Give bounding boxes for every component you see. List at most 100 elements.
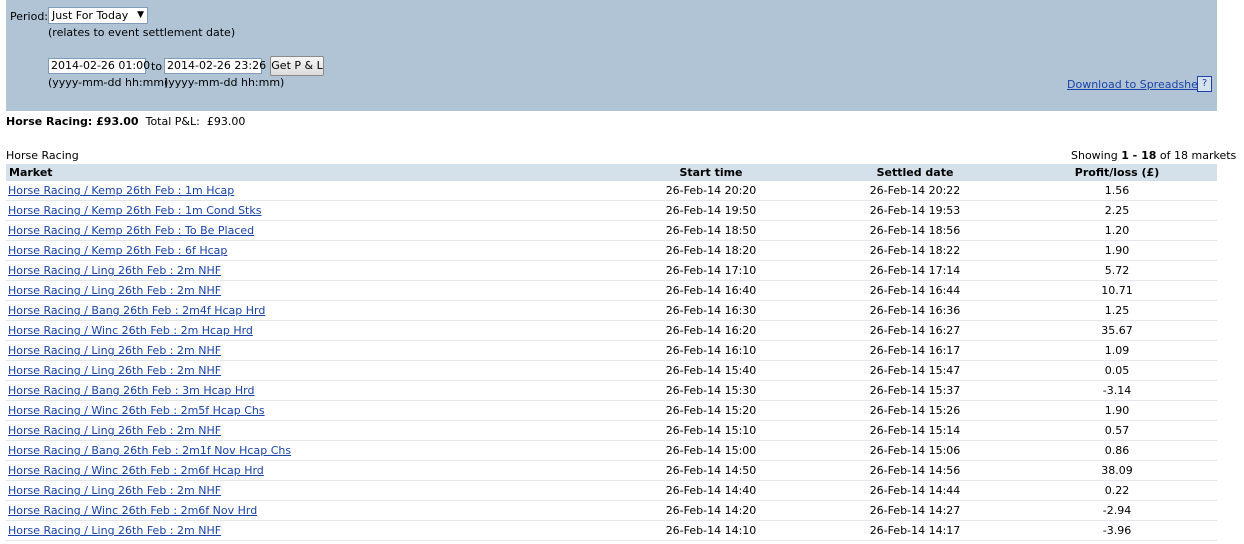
profit-loss-cell: 1.90 [1017,400,1217,421]
start-time-cell: 26-Feb-14 16:30 [609,300,813,321]
total-pl-value: £93.00 [206,115,246,128]
table-row: Horse Racing / Bang 26th Feb : 2m4f Hcap… [6,300,1217,321]
period-select[interactable]: Just For Today ▼ [48,7,148,24]
profit-loss-cell: 1.90 [1017,240,1217,261]
settled-date-cell: 26-Feb-14 15:14 [813,420,1017,441]
settled-date-cell: 26-Feb-14 18:56 [813,220,1017,241]
settled-date-cell: 26-Feb-14 18:22 [813,240,1017,261]
settled-date-cell: 26-Feb-14 19:53 [813,200,1017,221]
market-link[interactable]: Horse Racing / Kemp 26th Feb : 1m Cond S… [8,204,261,217]
showing-count: Showing 1 - 18 of 18 markets [1071,149,1236,162]
start-time-cell: 26-Feb-14 16:20 [609,320,813,341]
profit-loss-cell: -2.94 [1017,500,1217,521]
settled-date-cell: 26-Feb-14 14:44 [813,480,1017,501]
start-time-cell: 26-Feb-14 20:20 [609,181,813,201]
category-total: Horse Racing: £93.00 [6,115,139,128]
market-cell: Horse Racing / Ling 26th Feb : 2m NHF [6,280,609,301]
table-row: Horse Racing / Bang 26th Feb : 2m1f Nov … [6,440,1217,461]
market-link[interactable]: Horse Racing / Ling 26th Feb : 2m NHF [8,484,221,497]
market-link[interactable]: Horse Racing / Bang 26th Feb : 2m1f Nov … [8,444,291,457]
profit-loss-cell: -3.14 [1017,380,1217,401]
market-cell: Horse Racing / Kemp 26th Feb : 1m Hcap [6,181,609,201]
market-cell: Horse Racing / Winc 26th Feb : 2m6f Hcap… [6,460,609,481]
market-link[interactable]: Horse Racing / Winc 26th Feb : 2m Hcap H… [8,324,253,337]
start-time-cell: 26-Feb-14 18:50 [609,220,813,241]
settled-date-cell: 26-Feb-14 14:27 [813,500,1017,521]
table-row: Horse Racing / Kemp 26th Feb : 6f Hcap 26… [6,240,1217,261]
start-time-cell: 26-Feb-14 19:50 [609,200,813,221]
profit-loss-cell: 1.56 [1017,181,1217,201]
table-row: Horse Racing / Winc 26th Feb : 2m Hcap H… [6,320,1217,341]
profit-loss-cell: 0.05 [1017,360,1217,381]
settled-date-cell: 26-Feb-14 16:27 [813,320,1017,341]
market-cell: Horse Racing / Winc 26th Feb : 2m Hcap H… [6,320,609,341]
market-link[interactable]: Horse Racing / Ling 26th Feb : 2m NHF [8,424,221,437]
settled-date-cell: 26-Feb-14 15:26 [813,400,1017,421]
to-date-input[interactable]: 2014-02-26 23:26 [164,58,266,74]
period-note: (relates to event settlement date) [48,26,236,39]
from-date-input[interactable]: 2014-02-26 01:00 [48,58,150,74]
market-link[interactable]: Horse Racing / Ling 26th Feb : 2m NHF [8,524,221,537]
profit-loss-cell: 10.71 [1017,280,1217,301]
market-cell: Horse Racing / Bang 26th Feb : 2m4f Hcap… [6,300,609,321]
table-row: Horse Racing / Ling 26th Feb : 2m NHF 26-… [6,360,1217,381]
settled-date-cell: 26-Feb-14 16:36 [813,300,1017,321]
showing-range: 1 - 18 [1121,149,1157,162]
market-link[interactable]: Horse Racing / Winc 26th Feb : 2m6f Hcap… [8,464,264,477]
get-pl-button[interactable]: Get P & L [270,56,324,76]
settled-date-cell: 26-Feb-14 15:06 [813,440,1017,461]
total-pl-label: Total P&L: [145,115,200,128]
market-link[interactable]: Horse Racing / Kemp 26th Feb : 1m Hcap [8,184,234,197]
showing-prefix: Showing [1071,149,1118,162]
market-link[interactable]: Horse Racing / Ling 26th Feb : 2m NHF [8,264,221,277]
filter-panel: Period: Just For Today ▼ (relates to eve… [6,0,1217,111]
profit-loss-cell: 2.25 [1017,200,1217,221]
start-time-cell: 26-Feb-14 14:40 [609,480,813,501]
header-profit-loss: Profit/loss (£) [1017,164,1217,181]
market-link[interactable]: Horse Racing / Kemp 26th Feb : 6f Hcap [8,244,227,257]
profit-loss-cell: 38.09 [1017,460,1217,481]
market-link[interactable]: Horse Racing / Ling 26th Feb : 2m NHF [8,364,221,377]
table-row: Horse Racing / Kemp 26th Feb : 1m Cond S… [6,200,1217,221]
start-time-cell: 26-Feb-14 15:10 [609,420,813,441]
table-row: Horse Racing / Ling 26th Feb : 2m NHF 26-… [6,420,1217,441]
settled-date-cell: 26-Feb-14 16:44 [813,280,1017,301]
dropdown-arrow-icon: ▼ [137,10,144,20]
market-link[interactable]: Horse Racing / Winc 26th Feb : 2m5f Hcap… [8,404,265,417]
start-time-cell: 26-Feb-14 14:50 [609,460,813,481]
to-format-hint: (yyyy-mm-dd hh:mm) [164,76,285,89]
market-link[interactable]: Horse Racing / Winc 26th Feb : 2m6f Nov … [8,504,257,517]
to-label: to [151,60,163,73]
profit-loss-cell: 35.67 [1017,320,1217,341]
markets-table: Market Start time Settled date Profit/lo… [6,164,1217,541]
table-row: Horse Racing / Ling 26th Feb : 2m NHF 26-… [6,340,1217,361]
header-market: Market [6,164,609,181]
start-time-cell: 26-Feb-14 14:20 [609,500,813,521]
table-row: Horse Racing / Kemp 26th Feb : 1m Hcap 26… [6,181,1217,201]
help-icon[interactable]: ? [1197,76,1212,92]
download-spreadsheet-link[interactable]: Download to Spreadsheet [1067,78,1209,91]
settled-date-cell: 26-Feb-14 15:47 [813,360,1017,381]
profit-loss-cell: 0.86 [1017,440,1217,461]
pl-summary: Horse Racing: £93.00 Total P&L: £93.00 [6,115,245,128]
market-cell: Horse Racing / Ling 26th Feb : 2m NHF [6,360,609,381]
market-link[interactable]: Horse Racing / Bang 26th Feb : 2m4f Hcap… [8,304,265,317]
table-row: Horse Racing / Ling 26th Feb : 2m NHF 26-… [6,480,1217,501]
market-link[interactable]: Horse Racing / Kemp 26th Feb : To Be Pla… [8,224,254,237]
market-cell: Horse Racing / Kemp 26th Feb : 1m Cond S… [6,200,609,221]
table-row: Horse Racing / Winc 26th Feb : 2m6f Nov … [6,500,1217,521]
market-link[interactable]: Horse Racing / Ling 26th Feb : 2m NHF [8,344,221,357]
market-cell: Horse Racing / Ling 26th Feb : 2m NHF [6,480,609,501]
market-link[interactable]: Horse Racing / Ling 26th Feb : 2m NHF [8,284,221,297]
header-settled-date: Settled date [813,164,1017,181]
market-cell: Horse Racing / Kemp 26th Feb : To Be Pla… [6,220,609,241]
market-cell: Horse Racing / Ling 26th Feb : 2m NHF [6,520,609,541]
market-cell: Horse Racing / Bang 26th Feb : 2m1f Nov … [6,440,609,461]
start-time-cell: 26-Feb-14 18:20 [609,240,813,261]
settled-date-cell: 26-Feb-14 14:17 [813,520,1017,541]
period-select-value: Just For Today [52,9,129,22]
period-label: Period: [10,10,49,23]
market-cell: Horse Racing / Bang 26th Feb : 3m Hcap H… [6,380,609,401]
settled-date-cell: 26-Feb-14 20:22 [813,181,1017,201]
market-link[interactable]: Horse Racing / Bang 26th Feb : 3m Hcap H… [8,384,254,397]
